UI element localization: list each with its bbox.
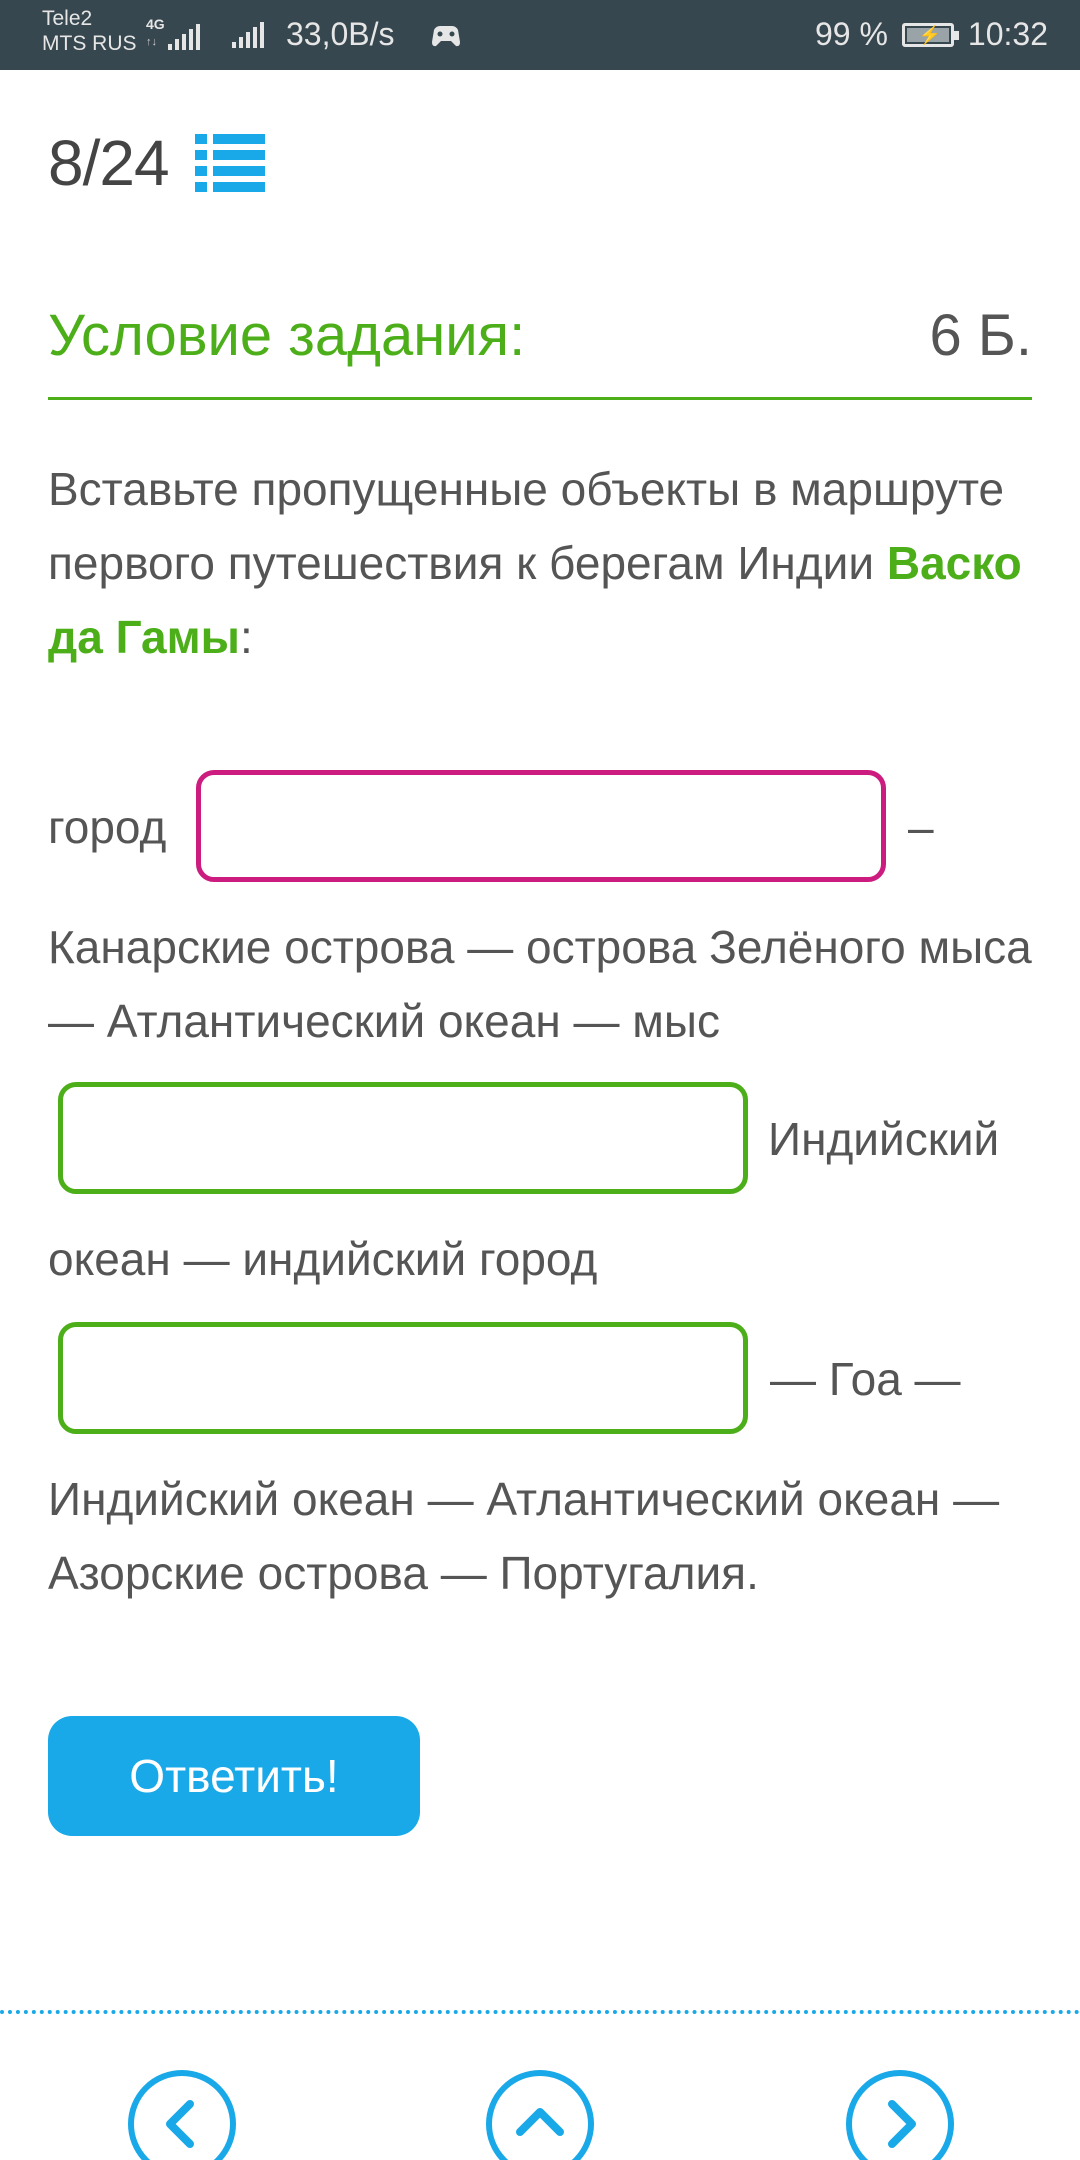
task-line-2: Канарские острова — острова Зелёного мыс… — [48, 921, 1032, 1047]
points-badge: 6 Б. — [929, 303, 1032, 368]
network-speed: 33,0B/s — [286, 16, 395, 52]
signal-icon: 4G ↑↓ — [146, 16, 202, 56]
chevron-left-icon — [166, 2100, 194, 2148]
answer-input-3[interactable] — [63, 1327, 743, 1429]
task-line-4: Индийский океан — Атлантический океан — … — [48, 1473, 1000, 1599]
list-icon[interactable] — [194, 132, 265, 194]
text-after-field-2: Индийский — [768, 1113, 1000, 1165]
carrier-1: Tele2 — [42, 7, 93, 30]
label-city: город — [48, 801, 167, 853]
clock: 10:32 — [967, 16, 1048, 52]
carrier-2: MTS RUS — [42, 32, 137, 55]
scroll-top-button[interactable] — [486, 2070, 594, 2160]
carrier-names: Tele2 MTS RUS — [42, 6, 137, 56]
condition-title: Условие задания: — [48, 303, 526, 368]
task-intro: Вставьте пропущенные объекты в маршруте … — [48, 452, 1038, 674]
question-counter-bar: 8/24 — [48, 126, 265, 200]
next-button[interactable] — [846, 2070, 954, 2160]
answer-field-1[interactable] — [196, 770, 886, 882]
dash-1: – — [908, 801, 934, 853]
answer-field-3[interactable] — [58, 1322, 748, 1434]
chevron-right-icon — [888, 2100, 916, 2148]
task-line-3: океан — индийский город — [48, 1233, 598, 1285]
divider — [0, 2010, 1080, 2014]
task-intro-end: : — [239, 611, 253, 663]
status-bar: Tele2 MTS RUS 4G ↑↓ 33,0B/s 99 % ⚡ 10:32 — [0, 0, 1080, 70]
answer-button[interactable]: Ответить! — [48, 1716, 420, 1836]
chevron-up-icon — [516, 2108, 564, 2136]
text-after-field-3: — Гоа — — [770, 1353, 961, 1405]
answer-field-2[interactable] — [58, 1082, 748, 1194]
answer-input-1[interactable] — [201, 775, 881, 877]
battery-percent: 99 % — [814, 16, 888, 52]
task-intro-text: Вставьте пропущенные объекты в маршруте … — [48, 463, 1005, 589]
answer-input-2[interactable] — [63, 1087, 743, 1189]
condition-header: Условие задания: 6 Б. — [48, 300, 1032, 400]
signal-icon-2 — [232, 22, 264, 48]
network-type: 4G — [146, 16, 165, 32]
prev-button[interactable] — [128, 2070, 236, 2160]
battery-charging-icon: ⚡ — [901, 22, 959, 47]
game-controller-icon — [430, 22, 462, 50]
question-progress: 8/24 — [48, 127, 170, 199]
